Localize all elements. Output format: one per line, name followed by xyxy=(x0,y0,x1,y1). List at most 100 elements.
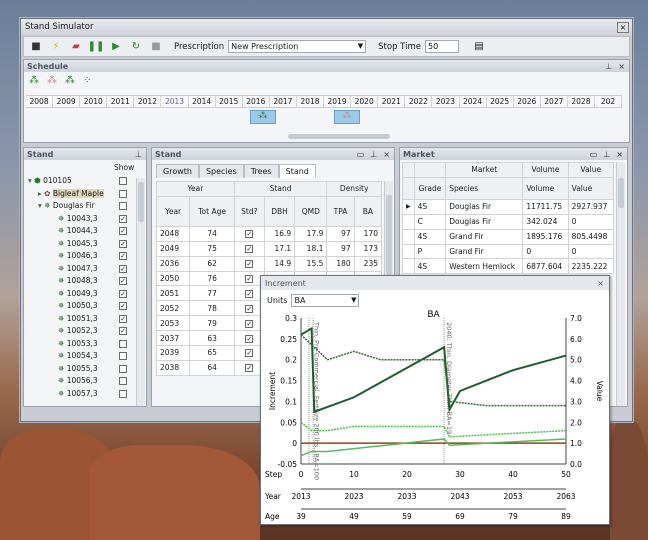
tree-item[interactable]: ✵ 10057,3 xyxy=(28,388,136,401)
tree-item[interactable]: ✵ 10053,3 xyxy=(28,338,136,351)
column-header[interactable]: QMD xyxy=(294,195,328,227)
column-header[interactable]: Grade xyxy=(413,176,447,200)
fertilize-icon[interactable]: ⁂ xyxy=(47,75,57,86)
show-checkbox[interactable] xyxy=(119,202,127,210)
schedule-scrollbar[interactable] xyxy=(288,134,390,139)
show-checkbox[interactable]: ✓ xyxy=(119,239,127,248)
pin-icon[interactable]: ⊥ xyxy=(135,150,142,159)
thin-icon[interactable]: ⁂ xyxy=(29,75,39,86)
tree-item[interactable]: ✵ 10049,3 ✓ xyxy=(28,288,136,301)
stop-icon[interactable]: ■ xyxy=(148,39,164,55)
close-icon[interactable]: × xyxy=(618,62,625,71)
close-icon[interactable]: × xyxy=(383,150,390,159)
tree-item[interactable]: ✵ 10051,3 ✓ xyxy=(28,313,136,326)
show-checkbox[interactable]: ✓ xyxy=(119,214,127,223)
pin-icon[interactable]: ⊥ xyxy=(605,62,612,71)
std-checkbox[interactable]: ✓ xyxy=(233,240,265,257)
pin-icon[interactable]: ⊥ xyxy=(603,150,610,159)
tree-item[interactable]: ✵ 10052,3 ✓ xyxy=(28,325,136,338)
tree-item[interactable]: ✵ 10055,3 xyxy=(28,363,136,376)
market-scrollbar[interactable] xyxy=(616,162,625,406)
table-row[interactable]: 4S Western Hemlock 6877.604 2235.222 xyxy=(402,258,615,275)
tree-scrollbar[interactable] xyxy=(136,178,145,406)
lightning-icon[interactable]: ⚡ xyxy=(48,39,64,55)
tree-item[interactable]: ✵ 10044,3 ✓ xyxy=(28,225,136,238)
show-checkbox[interactable]: ✓ xyxy=(119,277,127,285)
report-icon[interactable]: ▤ xyxy=(471,39,487,55)
pin-icon[interactable]: ⊥ xyxy=(370,150,377,159)
tab-species[interactable]: Species xyxy=(198,164,244,178)
tree-item[interactable]: ✵ 10056,3 xyxy=(28,375,136,388)
show-checkbox[interactable] xyxy=(119,377,127,385)
tree-item[interactable]: ✵ 10043,3 ✓ xyxy=(28,213,136,226)
x-tick-label: 0 xyxy=(299,470,304,479)
show-checkbox[interactable] xyxy=(119,364,127,373)
cell: 97 xyxy=(326,240,355,257)
tab-stand[interactable]: Stand xyxy=(278,164,316,178)
std-checkbox[interactable]: ✓ xyxy=(233,225,265,242)
root-label: 010105 xyxy=(43,176,72,185)
column-header[interactable]: BA xyxy=(353,195,383,227)
show-checkbox[interactable] xyxy=(119,389,127,398)
table-row[interactable]: P Grand Fir 0 0 xyxy=(402,243,615,260)
show-checkbox[interactable]: ✓ xyxy=(119,252,127,260)
close-icon[interactable]: × xyxy=(617,21,629,33)
column-header[interactable]: Year xyxy=(155,195,191,227)
eraser-icon[interactable]: ▰ xyxy=(68,39,84,55)
column-header[interactable]: DBH xyxy=(263,195,296,227)
window-icon[interactable]: ▭ xyxy=(357,150,365,159)
window-icon[interactable]: ▭ xyxy=(590,150,598,159)
refresh-icon[interactable]: ↻ xyxy=(128,39,144,55)
harvest-icon[interactable]: ⁂ xyxy=(65,75,75,86)
table-row[interactable]: 4S Grand Fir 1895.176 805.4498 xyxy=(402,228,615,245)
schedule-event-fertilize[interactable]: ⁂ xyxy=(334,110,360,124)
show-checkbox[interactable] xyxy=(119,352,127,360)
tree-species[interactable]: ▾ ✵ Douglas Fir xyxy=(28,200,136,213)
show-checkbox[interactable]: ✓ xyxy=(119,264,127,273)
tree-item[interactable]: ✵ 10048,3 ✓ xyxy=(28,275,136,288)
column-header[interactable]: Value xyxy=(567,176,615,200)
show-checkbox[interactable] xyxy=(119,189,127,198)
show-checkbox[interactable]: ✓ xyxy=(119,289,127,298)
show-checkbox[interactable]: ✓ xyxy=(119,227,127,235)
tree-species[interactable]: ▸ ✿ Bigleaf Maple xyxy=(28,188,136,201)
cell: 74 xyxy=(189,225,235,242)
tab-growth[interactable]: Growth xyxy=(156,164,199,178)
std-checkbox[interactable]: ✓ xyxy=(233,255,265,272)
show-checkbox[interactable]: ✓ xyxy=(119,302,127,310)
tree-item[interactable]: ✵ 10045,3 ✓ xyxy=(28,238,136,251)
column-header[interactable]: TPA xyxy=(326,195,355,227)
save-icon[interactable]: ■ xyxy=(28,39,44,55)
x-tick-label: 20 xyxy=(402,470,412,479)
show-checkbox[interactable]: ✓ xyxy=(119,327,127,335)
show-checkbox[interactable] xyxy=(119,339,127,348)
table-row[interactable]: 2049 75 ✓ 17.1 18.1 97 173 xyxy=(155,240,383,257)
table-row[interactable]: C Douglas Fir 342.024 0 xyxy=(402,213,615,230)
stop-time-input[interactable]: 50 xyxy=(424,40,459,53)
tab-trees[interactable]: Trees xyxy=(243,164,279,178)
tree-item[interactable]: ✵ 10054,3 xyxy=(28,350,136,363)
table-row[interactable]: 2048 74 ✓ 16.9 17.9 97 170 xyxy=(155,225,383,242)
cell: 170 xyxy=(353,225,383,242)
plant-icon[interactable]: ⁘ xyxy=(83,75,91,86)
tree-item[interactable]: ✵ 10046,3 ✓ xyxy=(28,250,136,263)
column-header[interactable]: Std? xyxy=(233,195,265,227)
prescription-select[interactable]: New Prescription ▼ xyxy=(228,40,367,53)
table-row[interactable]: 2036 62 ✓ 14.9 15.5 180 235 xyxy=(155,255,383,272)
column-header[interactable]: Volume xyxy=(522,176,569,200)
table-row[interactable]: ▶ 4S Douglas Fir 11711.75 2927.937 xyxy=(402,198,615,215)
column-header[interactable]: Tot Age xyxy=(189,195,235,227)
close-icon[interactable]: × xyxy=(597,279,604,288)
cell: 63 xyxy=(189,330,235,347)
column-header[interactable]: Species xyxy=(445,176,524,200)
pause-icon[interactable]: ❚❚ xyxy=(88,39,105,55)
tree-item[interactable]: ✵ 10047,3 ✓ xyxy=(28,263,136,276)
show-checkbox[interactable] xyxy=(119,177,127,185)
show-checkbox[interactable]: ✓ xyxy=(119,314,127,323)
play-icon[interactable]: ▶ xyxy=(108,39,124,55)
tree-root[interactable]: ▾ ⬢ 010105 xyxy=(28,175,136,188)
close-icon[interactable]: × xyxy=(616,150,623,159)
schedule-event-thin[interactable]: ⁂ xyxy=(250,110,276,124)
tree-item-label: 10047,3 xyxy=(66,263,98,273)
tree-item[interactable]: ✵ 10050,3 ✓ xyxy=(28,300,136,313)
